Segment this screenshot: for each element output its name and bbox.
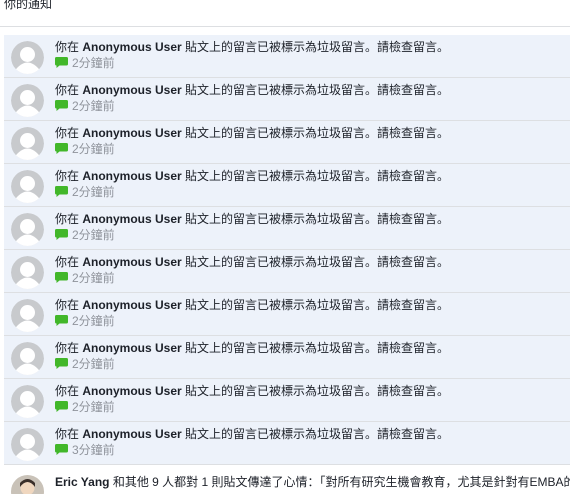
notification-text: 你在 Anonymous User 貼文上的留言已被標示為垃圾留言。請檢查留言。 (55, 384, 449, 399)
comment-bubble-icon (55, 272, 68, 283)
notification-text: 你在 Anonymous User 貼文上的留言已被標示為垃圾留言。請檢查留言。 (55, 298, 449, 313)
notification-timestamp: 2分鐘前 (72, 185, 115, 199)
notification-meta: 2分鐘前 (55, 228, 115, 243)
notification-text: 你在 Anonymous User 貼文上的留言已被標示為垃圾留言。請檢查留言。 (55, 40, 449, 55)
notification-meta: 2分鐘前 (55, 185, 115, 200)
notification-prefix: 你在 (55, 169, 83, 183)
notification-message: 和其他 9 人都對 1 則貼文傳達了心情：「對所有研究生機會教育，尤其是針對有E… (109, 475, 570, 489)
notification-item[interactable]: 你在 Anonymous User 貼文上的留言已被標示為垃圾留言。請檢查留言。… (4, 336, 570, 379)
notification-meta: 2分鐘前 (55, 271, 115, 286)
notification-prefix: 你在 (55, 427, 83, 441)
notification-text: 你在 Anonymous User 貼文上的留言已被標示為垃圾留言。請檢查留言。 (55, 427, 449, 442)
user-avatar-photo (11, 475, 44, 494)
comment-bubble-icon (55, 186, 68, 197)
notification-text: 你在 Anonymous User 貼文上的留言已被標示為垃圾留言。請檢查留言。 (55, 212, 449, 227)
default-avatar-icon (11, 428, 44, 461)
notification-message: 貼文上的留言已被標示為垃圾留言。請檢查留言。 (181, 83, 450, 97)
comment-bubble-icon (55, 444, 68, 455)
notification-message: 貼文上的留言已被標示為垃圾留言。請檢查留言。 (181, 255, 450, 269)
notification-message: 貼文上的留言已被標示為垃圾留言。請檢查留言。 (181, 341, 450, 355)
notification-prefix: 你在 (55, 298, 83, 312)
default-avatar-icon (11, 41, 44, 74)
notification-item[interactable]: 你在 Anonymous User 貼文上的留言已被標示為垃圾留言。請檢查留言。… (4, 250, 570, 293)
default-avatar-icon (11, 256, 44, 289)
notification-prefix: 你在 (55, 255, 83, 269)
notification-user-name: Anonymous User (82, 40, 182, 54)
notification-meta: 2分鐘前 (55, 357, 115, 372)
comment-bubble-icon (55, 143, 68, 154)
default-avatar-icon (11, 127, 44, 160)
page-title: 你的通知 (4, 0, 53, 11)
notification-meta: 2分鐘前 (55, 99, 115, 114)
notification-timestamp: 2分鐘前 (72, 314, 115, 328)
notification-meta: 2分鐘前 (55, 142, 115, 157)
notification-user-name: Anonymous User (82, 126, 182, 140)
notification-timestamp: 2分鐘前 (72, 400, 115, 414)
notification-message: 貼文上的留言已被標示為垃圾留言。請檢查留言。 (181, 212, 450, 226)
notification-text: 你在 Anonymous User 貼文上的留言已被標示為垃圾留言。請檢查留言。 (55, 126, 449, 141)
notifications-page: 你的通知 你在 Anonymous User 貼文上的留言已被標示為垃圾留言。請… (0, 0, 570, 494)
notification-meta: 2分鐘前 (55, 314, 115, 329)
notification-timestamp: 2分鐘前 (72, 56, 115, 70)
notification-message: 貼文上的留言已被標示為垃圾留言。請檢查留言。 (181, 427, 450, 441)
comment-bubble-icon (55, 401, 68, 412)
comment-bubble-icon (55, 100, 68, 111)
notification-message: 貼文上的留言已被標示為垃圾留言。請檢查留言。 (181, 126, 450, 140)
notification-text: Eric Yang 和其他 9 人都對 1 則貼文傳達了心情：「對所有研究生機會… (55, 475, 570, 490)
notification-item[interactable]: 你在 Anonymous User 貼文上的留言已被標示為垃圾留言。請檢查留言。… (4, 207, 570, 250)
notification-user-name: Anonymous User (82, 341, 182, 355)
notification-meta: 3分鐘前 (55, 443, 115, 458)
notification-timestamp: 2分鐘前 (72, 99, 115, 113)
notification-prefix: 你在 (55, 126, 83, 140)
notification-message: 貼文上的留言已被標示為垃圾留言。請檢查留言。 (181, 384, 450, 398)
notification-prefix: 你在 (55, 212, 83, 226)
notification-item[interactable]: 你在 Anonymous User 貼文上的留言已被標示為垃圾留言。請檢查留言。… (4, 379, 570, 422)
notification-item[interactable]: 你在 Anonymous User 貼文上的留言已被標示為垃圾留言。請檢查留言。… (4, 422, 570, 465)
notification-user-name: Anonymous User (82, 384, 182, 398)
notification-user-name: Anonymous User (82, 83, 182, 97)
notification-meta: 2分鐘前 (55, 400, 115, 415)
notification-user-name: Anonymous User (82, 212, 182, 226)
notifications-header: 你的通知 (0, 0, 570, 27)
default-avatar-icon (11, 342, 44, 375)
notification-item[interactable]: 你在 Anonymous User 貼文上的留言已被標示為垃圾留言。請檢查留言。… (4, 164, 570, 207)
notification-item[interactable]: 你在 Anonymous User 貼文上的留言已被標示為垃圾留言。請檢查留言。… (4, 35, 570, 78)
notification-item[interactable]: 你在 Anonymous User 貼文上的留言已被標示為垃圾留言。請檢查留言。… (4, 121, 570, 164)
notification-text: 你在 Anonymous User 貼文上的留言已被標示為垃圾留言。請檢查留言。 (55, 169, 449, 184)
notification-timestamp: 2分鐘前 (72, 357, 115, 371)
notification-timestamp: 2分鐘前 (72, 142, 115, 156)
notification-text: 你在 Anonymous User 貼文上的留言已被標示為垃圾留言。請檢查留言。 (55, 83, 449, 98)
notification-prefix: 你在 (55, 83, 83, 97)
notification-timestamp: 3分鐘前 (72, 443, 115, 457)
notification-item[interactable]: 你在 Anonymous User 貼文上的留言已被標示為垃圾留言。請檢查留言。… (4, 78, 570, 121)
default-avatar-icon (11, 213, 44, 246)
comment-bubble-icon (55, 315, 68, 326)
notification-item[interactable]: 你在 Anonymous User 貼文上的留言已被標示為垃圾留言。請檢查留言。… (4, 293, 570, 336)
notification-user-name: Anonymous User (82, 298, 182, 312)
comment-bubble-icon (55, 57, 68, 68)
notification-message: 貼文上的留言已被標示為垃圾留言。請檢查留言。 (181, 40, 450, 54)
notification-user-name: Eric Yang (55, 475, 110, 489)
default-avatar-icon (11, 385, 44, 418)
notification-user-name: Anonymous User (82, 427, 182, 441)
notification-message: 貼文上的留言已被標示為垃圾留言。請檢查留言。 (181, 169, 450, 183)
notification-message: 貼文上的留言已被標示為垃圾留言。請檢查留言。 (181, 298, 450, 312)
default-avatar-icon (11, 170, 44, 203)
comment-bubble-icon (55, 358, 68, 369)
notification-user-name: Anonymous User (82, 169, 182, 183)
notification-prefix: 你在 (55, 40, 83, 54)
notification-prefix: 你在 (55, 384, 83, 398)
notification-prefix: 你在 (55, 341, 83, 355)
default-avatar-icon (11, 84, 44, 117)
notification-timestamp: 2分鐘前 (72, 228, 115, 242)
notification-item[interactable]: Eric Yang 和其他 9 人都對 1 則貼文傳達了心情：「對所有研究生機會… (4, 467, 570, 494)
comment-bubble-icon (55, 229, 68, 240)
notification-text: 你在 Anonymous User 貼文上的留言已被標示為垃圾留言。請檢查留言。 (55, 341, 449, 356)
notification-user-name: Anonymous User (82, 255, 182, 269)
notification-list: 你在 Anonymous User 貼文上的留言已被標示為垃圾留言。請檢查留言。… (4, 35, 570, 465)
notification-meta: 2分鐘前 (55, 56, 115, 71)
notification-text: 你在 Anonymous User 貼文上的留言已被標示為垃圾留言。請檢查留言。 (55, 255, 449, 270)
default-avatar-icon (11, 299, 44, 332)
notification-timestamp: 2分鐘前 (72, 271, 115, 285)
